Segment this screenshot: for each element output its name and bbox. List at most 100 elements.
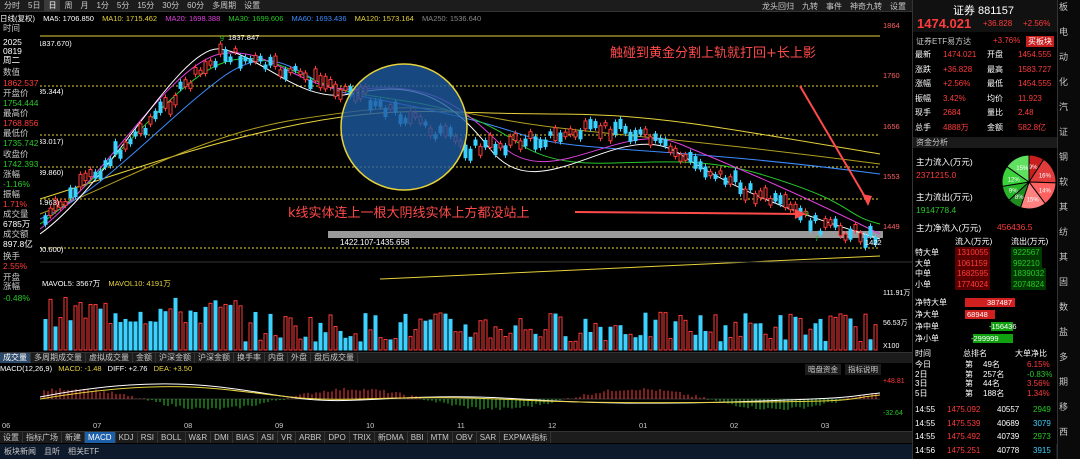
tab-period[interactable]: 1分 bbox=[92, 0, 112, 11]
candle bbox=[48, 207, 53, 217]
tab-period[interactable]: 30分 bbox=[158, 0, 183, 11]
footbar-tab[interactable]: BBI bbox=[408, 432, 428, 443]
tab-period[interactable]: 月 bbox=[76, 0, 92, 11]
footbar-tab[interactable]: MACD bbox=[85, 432, 116, 443]
indicator-tab[interactable]: 成交量 bbox=[0, 353, 31, 363]
status-item[interactable]: 相关ETF bbox=[64, 446, 103, 457]
tab-period[interactable]: 15分 bbox=[133, 0, 158, 11]
indicator-tab[interactable]: 内盘 bbox=[265, 353, 288, 363]
indicator-tab[interactable]: 沪深金额 bbox=[195, 353, 234, 363]
pie-label: 12% bbox=[1008, 177, 1021, 183]
tab-period[interactable]: 5日 bbox=[24, 0, 44, 11]
indicator-tab[interactable]: 沪深金额 bbox=[156, 353, 195, 363]
sector-item[interactable]: 证 bbox=[1059, 127, 1068, 137]
etf-name[interactable]: 证券ETF易方达 bbox=[916, 36, 971, 47]
candle bbox=[183, 79, 188, 88]
lp-open: 1754.444 bbox=[3, 98, 39, 108]
top-tool[interactable]: 设置 bbox=[886, 1, 910, 12]
sector-item[interactable]: 西 bbox=[1059, 427, 1068, 437]
footbar-tab[interactable]: DPO bbox=[325, 432, 350, 443]
tab-period[interactable]: 设置 bbox=[240, 0, 264, 11]
sector-item[interactable]: 板 bbox=[1059, 2, 1068, 12]
sector-item[interactable]: 软 bbox=[1059, 177, 1068, 187]
footbar-tab[interactable]: RSI bbox=[138, 432, 159, 443]
footbar-tab[interactable]: ASI bbox=[258, 432, 278, 443]
chart-mode-label[interactable]: 日线(复权) bbox=[0, 14, 35, 23]
dea-value: DEA: +3.50 bbox=[153, 364, 193, 373]
volume-bar bbox=[678, 314, 683, 351]
dark-fund-button[interactable]: 暗盘资金 bbox=[805, 364, 841, 375]
sector-item[interactable]: 固 bbox=[1059, 277, 1068, 287]
footbar-tab[interactable]: 新建 bbox=[62, 432, 85, 443]
sector-item[interactable]: 其 bbox=[1059, 252, 1068, 262]
sector-item[interactable]: 汽 bbox=[1059, 102, 1068, 112]
buy-sector-button[interactable]: 买板块 bbox=[1026, 36, 1054, 47]
footbar-tab[interactable]: W&R bbox=[186, 432, 212, 443]
sector-item[interactable]: 动 bbox=[1059, 52, 1068, 62]
indicator-tab[interactable]: 多周期成交量 bbox=[31, 353, 86, 363]
footbar-tab[interactable]: 新DMA bbox=[375, 432, 408, 443]
footbar-tab[interactable]: OBV bbox=[453, 432, 477, 443]
volume-bar bbox=[128, 321, 133, 351]
indicator-tab[interactable]: 虚拟成交量 bbox=[86, 353, 133, 363]
status-item[interactable]: 且听 bbox=[40, 446, 64, 457]
sector-item[interactable]: 化 bbox=[1059, 77, 1068, 87]
sector-item[interactable]: 移 bbox=[1059, 402, 1068, 412]
footbar-tab[interactable]: SAR bbox=[477, 432, 501, 443]
lp-turn-label: 换手 bbox=[3, 251, 21, 261]
price-axis-1760: 1760 bbox=[883, 71, 900, 80]
sector-item[interactable]: 纺 bbox=[1059, 227, 1068, 237]
sector-item[interactable]: 期 bbox=[1059, 377, 1068, 387]
footbar-tab[interactable]: VR bbox=[278, 432, 297, 443]
footbar-tab[interactable]: ARBR bbox=[296, 432, 326, 443]
sector-item[interactable]: 多 bbox=[1059, 352, 1068, 362]
quote-cell: 4888万 bbox=[943, 122, 969, 132]
top-tool[interactable]: 事件 bbox=[822, 1, 846, 12]
left-info-panel: 时间 2025 0819 周二 数值 1862.537 开盘价 1754.444… bbox=[0, 24, 40, 324]
indicator-doc-button[interactable]: 指标说明 bbox=[845, 364, 881, 375]
footbar-tab[interactable]: 设置 bbox=[0, 432, 23, 443]
indicator-tab[interactable]: 盘后成交量 bbox=[311, 353, 358, 363]
footbar-tab[interactable]: DMI bbox=[211, 432, 233, 443]
footbar-tab[interactable]: EXPMA指标 bbox=[500, 432, 552, 443]
annotation-top: 触碰到黄金分割上轨就打回+长上影 bbox=[610, 46, 816, 61]
volume-bar bbox=[213, 300, 218, 351]
volume-bar bbox=[668, 337, 673, 351]
etf-pct: +3.76% bbox=[993, 36, 1021, 45]
volume-bar bbox=[438, 312, 443, 351]
rank-cell: 188名 bbox=[983, 388, 1005, 398]
tab-period[interactable]: 日 bbox=[44, 0, 61, 11]
sector-item[interactable]: 数 bbox=[1059, 302, 1068, 312]
volume-bar bbox=[483, 319, 488, 351]
indicator-tab[interactable]: 外盘 bbox=[288, 353, 311, 363]
volume-bar bbox=[663, 312, 668, 351]
footbar-tab[interactable]: KDJ bbox=[116, 432, 138, 443]
tab-period[interactable]: 分时 bbox=[0, 0, 24, 11]
sector-item[interactable]: 钢 bbox=[1059, 152, 1068, 162]
footbar-tab[interactable]: 指标广场 bbox=[23, 432, 62, 443]
tab-period[interactable]: 多周期 bbox=[208, 0, 240, 11]
top-tool[interactable]: 神奇九转 bbox=[846, 1, 886, 12]
kline-chart[interactable] bbox=[0, 24, 912, 352]
volume-bar bbox=[113, 313, 118, 351]
indicator-tab[interactable]: 换手率 bbox=[234, 353, 265, 363]
tab-period[interactable]: 60分 bbox=[183, 0, 208, 11]
tick-cell: 1475.251 bbox=[947, 445, 981, 455]
footbar-tab[interactable]: TRIX bbox=[350, 432, 375, 443]
top-tool[interactable]: 九转 bbox=[798, 1, 822, 12]
tab-period[interactable]: 5分 bbox=[113, 0, 133, 11]
volume-bar bbox=[583, 318, 588, 351]
status-item[interactable]: 板块新闻 bbox=[0, 446, 40, 457]
sector-item[interactable]: 其 bbox=[1059, 202, 1068, 212]
top-tool[interactable]: 龙头回归 bbox=[758, 1, 798, 12]
quote-cell: 582.8亿 bbox=[1018, 122, 1047, 132]
candle bbox=[683, 154, 688, 161]
footbar-tab[interactable]: BIAS bbox=[233, 432, 259, 443]
macd-chart[interactable] bbox=[0, 375, 912, 420]
indicator-tab[interactable]: 金额 bbox=[133, 353, 156, 363]
sector-item[interactable]: 盐 bbox=[1059, 327, 1068, 337]
footbar-tab[interactable]: MTM bbox=[428, 432, 453, 443]
footbar-tab[interactable]: BOLL bbox=[158, 432, 186, 443]
tab-period[interactable]: 周 bbox=[60, 0, 76, 11]
sector-item[interactable]: 电 bbox=[1059, 27, 1068, 37]
